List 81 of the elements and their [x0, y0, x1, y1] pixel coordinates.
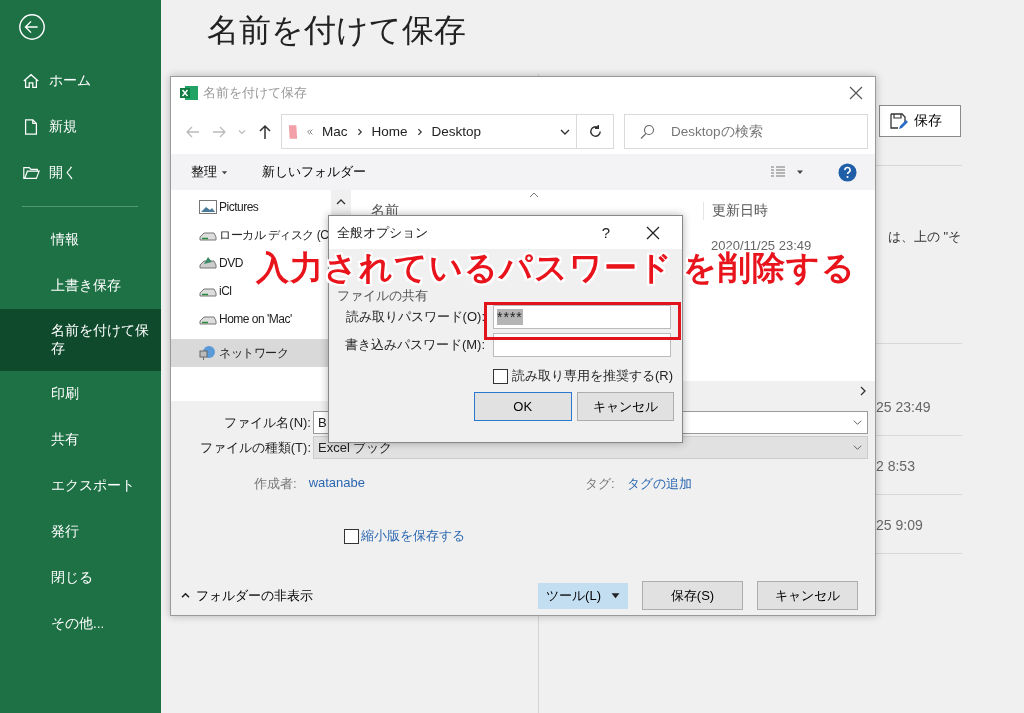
sidebar-item[interactable]: 共有 [0, 417, 161, 463]
dialog-title: 名前を付けて保存 [203, 84, 307, 102]
sidebar-item[interactable]: エクスポート [0, 463, 161, 509]
sidebar-item[interactable]: 印刷 [0, 371, 161, 417]
modified-time: 25 23:49 [876, 399, 932, 415]
caret-icon [220, 169, 228, 176]
sidebar-item[interactable]: 開く [0, 150, 161, 196]
sidebar-item[interactable]: 新規 [0, 104, 161, 150]
modified-time: 2 8:53 [876, 458, 916, 474]
cancel-button[interactable]: キャンセル [757, 581, 858, 610]
page-title: 名前を付けて保存 [207, 11, 467, 50]
author-link[interactable]: watanabe [308, 475, 365, 493]
image-icon [199, 200, 217, 214]
sidebar-item[interactable]: 発行 [0, 509, 161, 555]
navigation-item[interactable]: DVD [199, 249, 243, 277]
dropdown-caret-icon [611, 591, 620, 600]
add-tag-link[interactable]: タグの追加 [626, 475, 692, 493]
sort-icon [529, 192, 539, 198]
scroll-up-icon[interactable] [336, 198, 346, 206]
save-pen-icon [888, 111, 908, 131]
field-label: ファイルの種類(T): [198, 438, 312, 457]
scroll-right-icon[interactable] [859, 386, 867, 396]
help-button[interactable]: ? [601, 224, 610, 241]
refresh-button[interactable] [576, 114, 614, 149]
navigation-item[interactable]: Pictures [199, 193, 259, 221]
back-icon[interactable] [17, 12, 47, 42]
column-header[interactable]: 更新日時 [703, 202, 768, 220]
chevron-down-icon [852, 442, 863, 453]
document-icon [22, 118, 40, 136]
tags-label: タグ: [585, 475, 615, 493]
sidebar-item[interactable]: 上書き保存 [0, 263, 161, 309]
cancel-button[interactable]: キャンセル [576, 392, 674, 421]
save-button[interactable]: 保存(S) [642, 581, 743, 610]
field-label: 読み取りパスワード(O): [344, 308, 485, 326]
breadcrumb-item[interactable]: Desktop [431, 124, 482, 139]
refresh-icon [587, 124, 603, 139]
checkbox-label[interactable]: 読み取り専用を推奨する(R) [512, 367, 674, 385]
modified-time: 25 9:09 [876, 517, 924, 533]
chevron-down-icon [852, 417, 863, 428]
password-field[interactable]: **** [493, 305, 671, 329]
annotation-text: 入力されているパスワード を削除する [256, 251, 857, 284]
excel-icon [179, 85, 199, 101]
navigation-item[interactable]: ローカル ディスク (C [199, 221, 329, 249]
breadcrumb-item[interactable]: Mac [322, 124, 348, 139]
new-folder-button[interactable]: 新しいフォルダー [255, 159, 372, 185]
search-icon [639, 124, 655, 140]
author-label: 作成者: [254, 475, 297, 493]
dropdown-caret-icon[interactable] [796, 168, 804, 176]
sidebar-item[interactable]: 閉じる [0, 555, 161, 601]
chevron-up-icon [181, 592, 190, 599]
save-button[interactable]: 保存 [879, 105, 961, 137]
address-bar[interactable]: Mac Home Desktop [281, 114, 578, 149]
disc-drive-icon [199, 256, 217, 270]
dialog-title: 全般オプション [337, 223, 428, 242]
hide-folders-button[interactable]: フォルダーの非表示 [171, 585, 319, 606]
sidebar-item[interactable]: 名前を付けて保存 [0, 309, 161, 371]
navigation-item[interactable]: Home on 'Mac' [199, 305, 292, 333]
chevron-right-icon [355, 127, 364, 136]
description-text: は、上の "そ [888, 228, 962, 246]
sidebar-item[interactable]: その他... [0, 601, 161, 647]
network-icon [199, 345, 217, 361]
home-icon [22, 72, 40, 90]
field-label: ファイル名(N): [223, 413, 312, 432]
checkbox[interactable] [493, 368, 508, 384]
ok-button[interactable]: OK [474, 392, 572, 421]
up-arrow-icon[interactable] [257, 123, 273, 140]
sidebar-item[interactable]: 情報 [0, 217, 161, 263]
close-icon[interactable] [849, 86, 863, 100]
chevron-right-icon [415, 127, 424, 136]
double-chevron-icon [306, 127, 314, 136]
navigation-item[interactable]: iCl [199, 277, 232, 305]
section-heading: ファイルの共有 [337, 289, 429, 303]
help-icon[interactable] [838, 162, 857, 182]
breadcrumb-item[interactable]: Home [371, 124, 408, 139]
search-field[interactable]: Desktopの検索 [624, 114, 868, 149]
organize-menu[interactable]: 整理 [185, 159, 234, 185]
close-icon[interactable] [646, 225, 660, 240]
sidebar-item[interactable]: ホーム [0, 58, 161, 104]
checkbox-label[interactable]: 縮小版を保存する [361, 527, 465, 545]
checkbox[interactable] [344, 528, 359, 544]
tools-menu[interactable]: ツール(L) [538, 582, 628, 609]
